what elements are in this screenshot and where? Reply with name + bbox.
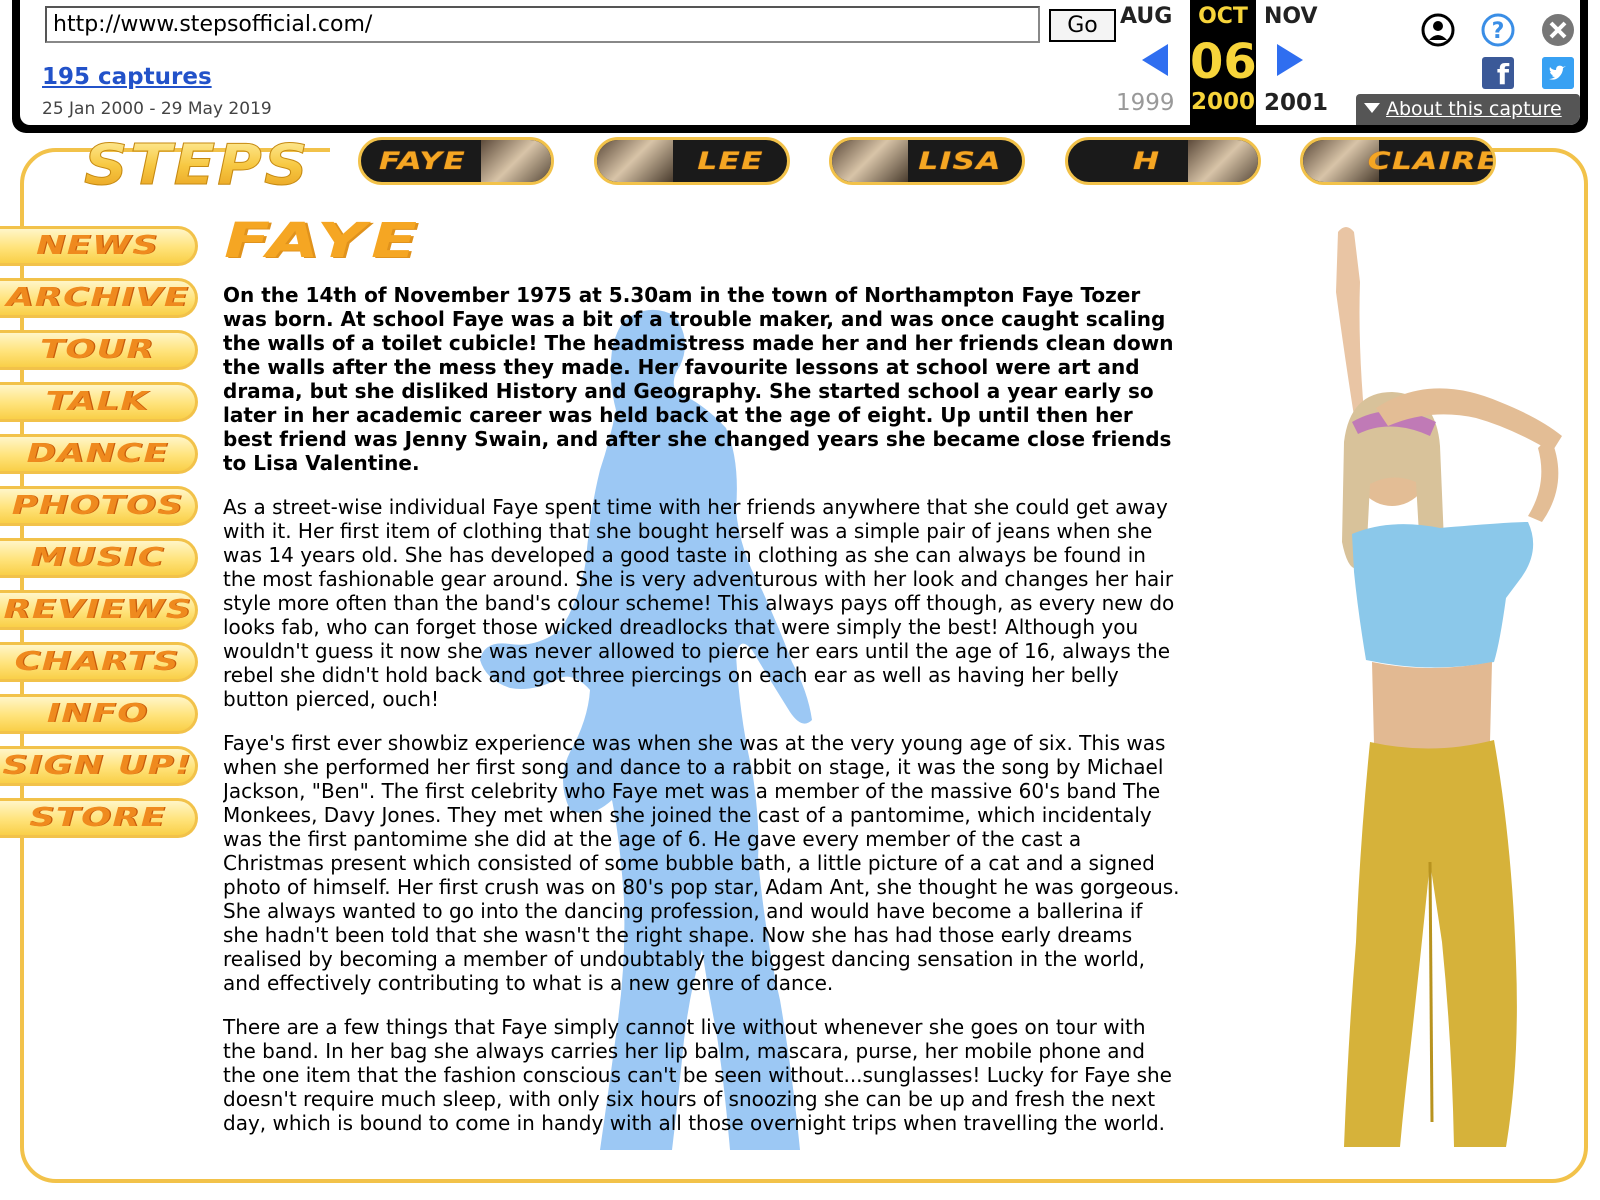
nav-label: SIGN UP! — [2, 751, 193, 781]
nav-label: INFO — [46, 699, 149, 729]
member-tab-label: LISA — [918, 147, 1002, 175]
page-title: FAYE — [224, 213, 423, 269]
nav-label: PHOTOS — [11, 491, 184, 521]
nav-label: TOUR — [40, 335, 155, 365]
nav-photos[interactable]: PHOTOS — [0, 486, 198, 526]
member-tab-lee[interactable]: LEE — [594, 137, 790, 185]
article-body: On the 14th of November 1975 at 5.30am i… — [223, 283, 1183, 1138]
year-current: 2000 — [1190, 89, 1255, 115]
nav-label: TALK — [45, 387, 150, 417]
about-capture-label: About this capture — [1386, 98, 1562, 120]
article-paragraph: As a street-wise individual Faye spent t… — [223, 495, 1175, 711]
member-thumbnail — [832, 140, 908, 182]
member-thumbnail — [481, 140, 551, 182]
url-input[interactable] — [45, 6, 1040, 43]
nav-reviews[interactable]: REVIEWS — [0, 590, 198, 630]
nav-label: REVIEWS — [3, 595, 192, 625]
wayback-toolbar: Go 195 captures 25 Jan 2000 - 29 May 201… — [12, 0, 1588, 133]
nav-label: CHARTS — [14, 647, 181, 677]
nav-label: ARCHIVE — [5, 283, 189, 313]
nav-label: MUSIC — [30, 543, 165, 573]
nav-dance[interactable]: DANCE — [0, 434, 198, 474]
nav-label: DANCE — [26, 439, 169, 469]
prev-capture-arrow-icon[interactable] — [1138, 40, 1172, 80]
article-paragraph: Faye's first ever showbiz experience was… — [223, 731, 1180, 995]
month-current: OCT — [1198, 4, 1248, 29]
member-tab-claire[interactable]: CLAIRE — [1300, 137, 1496, 185]
logo-text: STEPS — [84, 138, 310, 188]
year-prev[interactable]: 1999 — [1116, 90, 1175, 116]
capture-date-range: 25 Jan 2000 - 29 May 2019 — [42, 99, 272, 119]
month-prev[interactable]: AUG — [1120, 4, 1172, 29]
nav-info[interactable]: INFO — [0, 694, 198, 734]
nav-news[interactable]: NEWS — [0, 226, 198, 266]
facebook-icon[interactable]: f — [1482, 57, 1514, 91]
close-icon[interactable] — [1540, 12, 1576, 48]
captures-link[interactable]: 195 captures — [42, 64, 212, 90]
month-next[interactable]: NOV — [1264, 4, 1318, 29]
go-button[interactable]: Go — [1049, 9, 1116, 42]
member-tab-faye[interactable]: FAYE — [358, 137, 554, 185]
nav-archive[interactable]: ARCHIVE — [0, 278, 198, 318]
nav-label: STORE — [29, 803, 166, 833]
nav-charts[interactable]: CHARTS — [0, 642, 198, 682]
member-tab-h[interactable]: H — [1065, 137, 1261, 185]
day-current: 06 — [1190, 34, 1257, 90]
about-capture-button[interactable]: About this capture — [1356, 94, 1580, 125]
member-thumbnail — [1188, 140, 1258, 182]
wayback-toolbar-panel: Go 195 captures 25 Jan 2000 - 29 May 201… — [20, 0, 1580, 125]
member-tab-label: H — [1132, 147, 1161, 175]
steps-logo[interactable]: STEPS — [80, 138, 315, 188]
member-thumbnail — [597, 140, 673, 182]
article-paragraph: There are a few things that Faye simply … — [223, 1015, 1172, 1138]
year-next[interactable]: 2001 — [1264, 90, 1328, 116]
nav-store[interactable]: STORE — [0, 798, 198, 838]
svg-text:?: ? — [1492, 19, 1505, 44]
member-tab-label: CLAIRE — [1367, 147, 1496, 175]
nav-sign-up[interactable]: SIGN UP! — [0, 746, 198, 786]
triangle-down-icon — [1364, 103, 1380, 113]
user-icon[interactable] — [1420, 12, 1456, 48]
member-tab-label: FAYE — [378, 147, 466, 175]
next-capture-arrow-icon[interactable] — [1273, 40, 1307, 80]
nav-tour[interactable]: TOUR — [0, 330, 198, 370]
twitter-icon[interactable] — [1542, 57, 1574, 89]
article-paragraph: On the 14th of November 1975 at 5.30am i… — [223, 283, 1174, 475]
nav-music[interactable]: MUSIC — [0, 538, 198, 578]
nav-label: NEWS — [36, 231, 159, 261]
member-tab-lisa[interactable]: LISA — [829, 137, 1025, 185]
nav-talk[interactable]: TALK — [0, 382, 198, 422]
help-icon[interactable]: ? — [1480, 12, 1516, 48]
faye-photo — [1336, 227, 1562, 1147]
member-tab-label: LEE — [697, 147, 764, 175]
current-capture-column: OCT 06 2000 — [1190, 0, 1257, 125]
